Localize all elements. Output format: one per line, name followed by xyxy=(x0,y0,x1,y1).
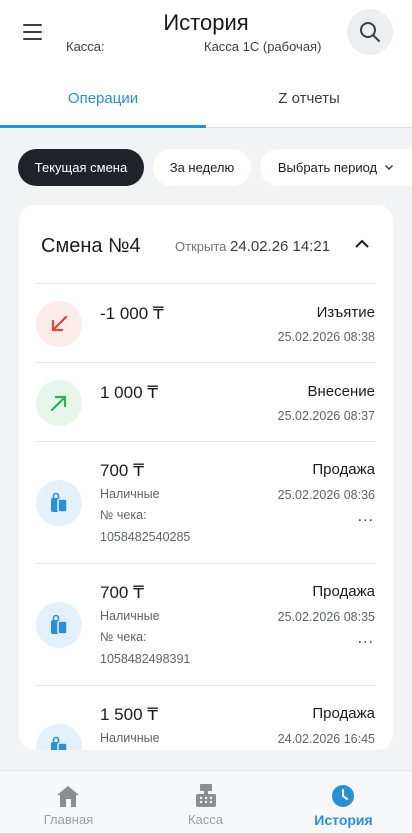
filter-week[interactable]: За неделю xyxy=(153,149,251,186)
more-options-button[interactable]: ... xyxy=(358,508,374,526)
operation-type: Продажа xyxy=(312,583,375,600)
home-icon xyxy=(57,786,79,807)
operation-type: Изъятие xyxy=(316,304,375,321)
operation-date: 24.02.2026 16:45 xyxy=(277,732,375,746)
operation-amount: 700 ₸ xyxy=(100,583,144,602)
shopping-bag-icon xyxy=(36,480,82,526)
more-options-button[interactable]: ... xyxy=(358,630,374,648)
operation-row-sale[interactable]: 1 500 ₸ Продажа 24.02.2026 16:45 Наличны… xyxy=(36,685,376,750)
active-tab-indicator xyxy=(0,125,206,128)
shift-opened: Открыта 24.02.26 14:21 xyxy=(175,238,330,255)
chevron-down-icon xyxy=(385,164,394,171)
operation-amount: 1 500 ₸ xyxy=(100,705,159,724)
shift-card: Смена №4 Открыта 24.02.26 14:21 -1 000 ₸… xyxy=(19,205,393,750)
operation-type: Продажа xyxy=(312,705,375,722)
operation-date: 25.02.2026 08:38 xyxy=(277,330,375,344)
payment-method: Наличные xyxy=(100,609,160,623)
kassa-selector[interactable]: Касса 1С (рабочая) xyxy=(204,39,321,54)
shift-title: Смена №4 xyxy=(41,235,141,257)
search-button[interactable] xyxy=(347,9,393,55)
arrow-down-left-icon xyxy=(36,301,82,347)
operation-amount: -1 000 ₸ xyxy=(100,304,164,323)
receipt-label: № чека: xyxy=(100,508,147,522)
receipt-number: 1058482498391 xyxy=(100,652,191,666)
operation-row-sale[interactable]: 700 ₸ Продажа 25.02.2026 08:36 Наличные … xyxy=(36,441,376,563)
payment-method: Наличные xyxy=(100,731,160,745)
payment-method: Наличные xyxy=(100,487,160,501)
filter-current-shift[interactable]: Текущая смена xyxy=(18,149,144,186)
filter-choose-period[interactable]: Выбрать период xyxy=(260,149,412,186)
operation-type: Внесение xyxy=(307,383,375,400)
operation-date: 25.02.2026 08:37 xyxy=(277,409,375,423)
nav-history-label: История xyxy=(314,812,373,828)
operation-date: 25.02.2026 08:35 xyxy=(277,610,375,624)
nav-kassa-label: Касса xyxy=(187,812,224,827)
operation-type: Продажа xyxy=(312,461,375,478)
filter-choose-period-label: Выбрать период xyxy=(277,160,378,175)
receipt-number: 1058482540285 xyxy=(100,530,191,544)
menu-icon-line xyxy=(23,38,42,40)
clock-icon xyxy=(332,785,354,807)
chevron-up-icon[interactable] xyxy=(353,237,371,251)
tab-divider xyxy=(206,127,412,128)
shopping-bag-icon xyxy=(36,724,82,750)
kassa-label: Касса: xyxy=(66,39,105,54)
search-icon xyxy=(360,22,380,42)
nav-history[interactable]: История xyxy=(275,771,412,833)
shift-opened-date: 24.02.26 14:21 xyxy=(230,238,331,255)
nav-home[interactable]: Главная xyxy=(0,771,137,833)
operation-row-sale[interactable]: 700 ₸ Продажа 25.02.2026 08:35 Наличные … xyxy=(36,563,376,685)
cash-register-icon xyxy=(196,784,216,807)
receipt-label: № чека: xyxy=(100,630,147,644)
shift-header[interactable]: Смена №4 Открыта 24.02.26 14:21 xyxy=(19,205,393,283)
tab-operations[interactable]: Операции xyxy=(0,80,206,128)
tab-z-reports[interactable]: Z отчеты xyxy=(206,80,412,128)
operation-date: 25.02.2026 08:36 xyxy=(277,488,375,502)
operation-amount: 700 ₸ xyxy=(100,461,144,480)
nav-kassa[interactable]: Касса xyxy=(137,771,274,833)
app-header: История Касса: Касса 1С (рабочая) Операц… xyxy=(0,0,412,128)
shopping-bag-icon xyxy=(36,602,82,648)
nav-home-label: Главная xyxy=(43,812,94,827)
operation-row-withdrawal[interactable]: -1 000 ₸ Изъятие 25.02.2026 08:38 xyxy=(36,283,376,362)
tab-bar: Операции Z отчеты xyxy=(0,80,412,128)
arrow-up-right-icon xyxy=(36,380,82,426)
operation-amount: 1 000 ₸ xyxy=(100,383,159,402)
shift-opened-label: Открыта xyxy=(175,239,227,254)
bottom-navigation: Главная Касса История xyxy=(0,770,412,833)
operation-row-deposit[interactable]: 1 000 ₸ Внесение 25.02.2026 08:37 xyxy=(36,362,376,441)
